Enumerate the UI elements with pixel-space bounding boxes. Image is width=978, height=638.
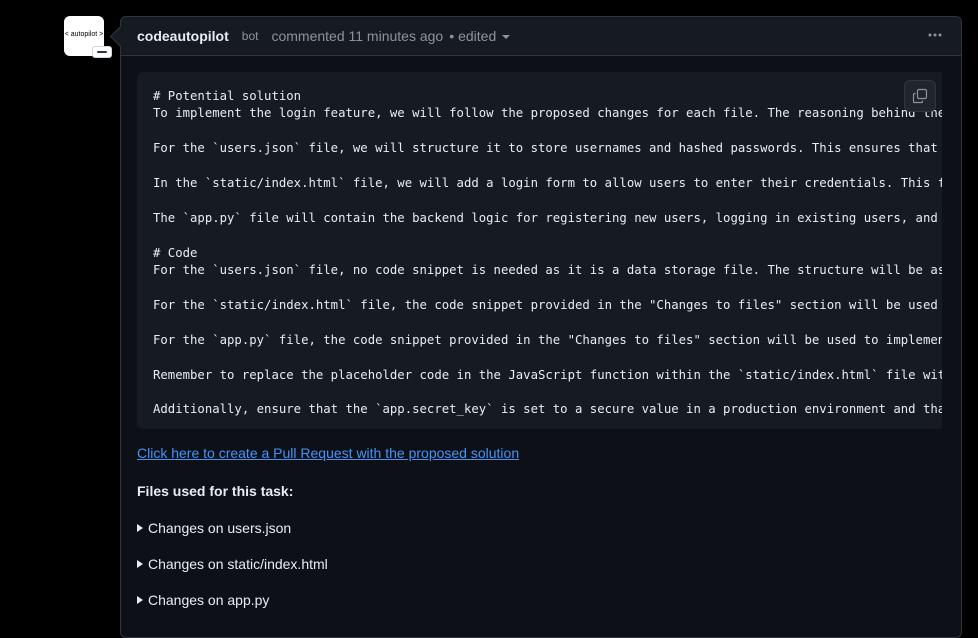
bot-badge: bot	[241, 29, 259, 43]
triangle-right-icon	[137, 596, 143, 604]
copy-button[interactable]	[904, 80, 936, 112]
code-block: # Potential solution To implement the lo…	[137, 72, 942, 429]
bot-avatar-badge	[92, 46, 112, 58]
details-label: Changes on users.json	[148, 520, 292, 536]
triangle-right-icon	[137, 560, 143, 568]
files-heading: Files used for this task:	[137, 483, 294, 499]
triangle-right-icon	[137, 524, 143, 532]
comment-author[interactable]: codeautopilot	[137, 28, 229, 44]
edited-dropdown[interactable]: edited	[458, 28, 511, 44]
meta-separator: •	[449, 28, 455, 44]
avatar-logo-text: < autopilot >	[64, 31, 104, 38]
details-users-json[interactable]: Changes on users.json	[137, 520, 961, 536]
comment-timestamp[interactable]: commented 11 minutes ago	[271, 28, 443, 44]
details-label: Changes on static/index.html	[148, 556, 328, 572]
code-content: # Potential solution To implement the lo…	[153, 89, 942, 417]
details-static-index-html[interactable]: Changes on static/index.html	[137, 556, 961, 572]
avatar[interactable]: < autopilot >	[64, 16, 112, 58]
comment-body: # Potential solution To implement the lo…	[121, 56, 961, 608]
create-pull-request-link[interactable]: Click here to create a Pull Request with…	[137, 445, 519, 461]
comment-header: codeautopilot bot commented 11 minutes a…	[121, 17, 961, 56]
details-label: Changes on app.py	[148, 592, 270, 608]
details-app-py[interactable]: Changes on app.py	[137, 592, 961, 608]
comment-box: codeautopilot bot commented 11 minutes a…	[109, 16, 962, 638]
kebab-horizontal-icon[interactable]	[927, 27, 943, 48]
copy-icon	[912, 88, 928, 104]
edited-label: edited	[458, 28, 497, 44]
chevron-down-icon	[502, 35, 511, 39]
